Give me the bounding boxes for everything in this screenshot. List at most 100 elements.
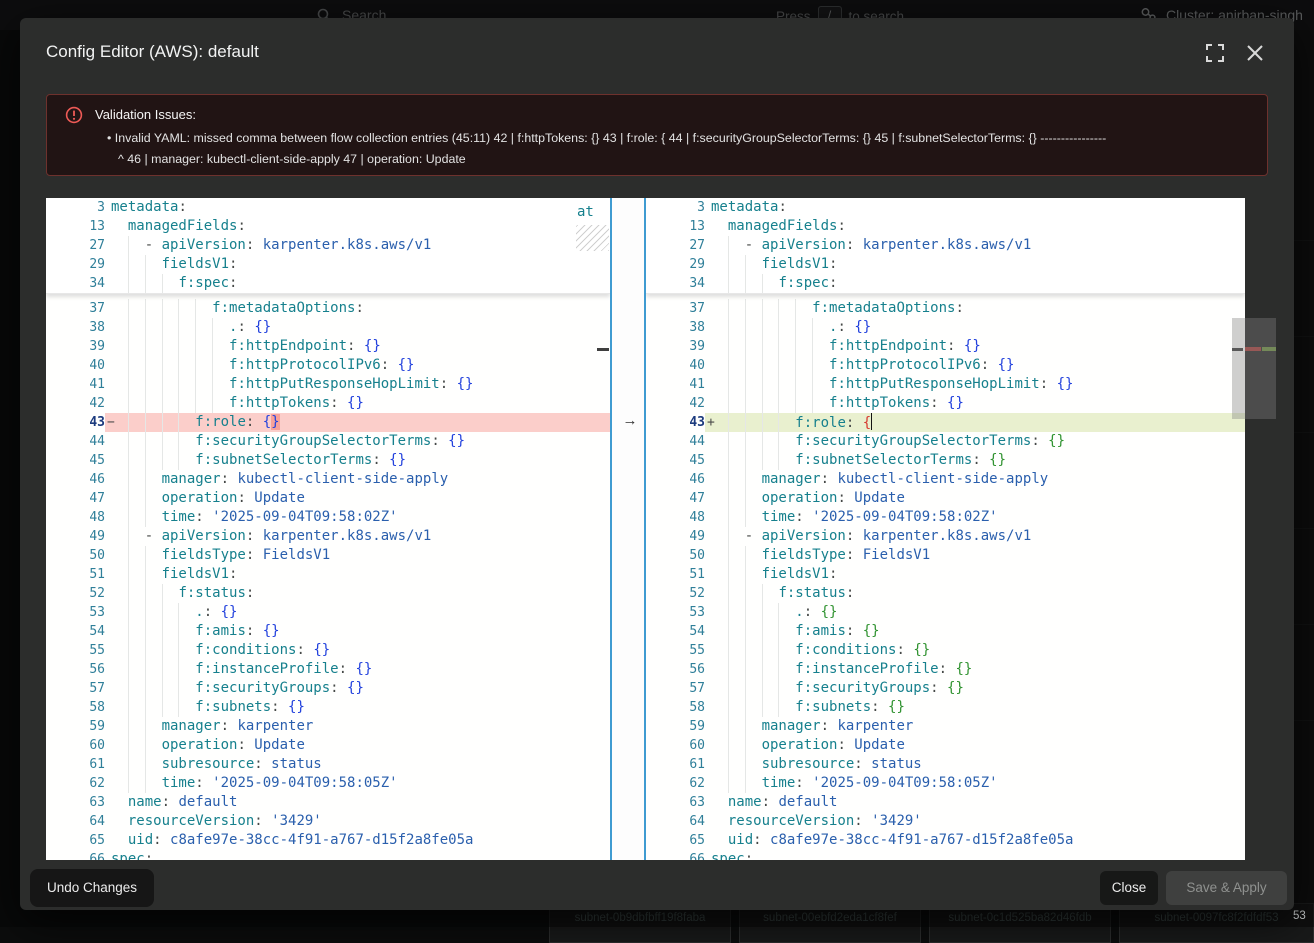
close-button[interactable]: Close bbox=[1100, 871, 1158, 905]
code-line[interactable]: 64 resourceVersion: '3429' bbox=[46, 812, 610, 831]
code-line[interactable]: 42 f:httpTokens: {} bbox=[646, 394, 1245, 413]
code-line[interactable]: 50 fieldsType: FieldsV1 bbox=[46, 546, 610, 565]
line-number[interactable]: 47 bbox=[646, 489, 705, 508]
line-number[interactable]: 66 bbox=[46, 850, 105, 860]
line-number[interactable]: 51 bbox=[646, 565, 705, 584]
line-number[interactable]: 54 bbox=[646, 622, 705, 641]
line-number[interactable]: 34 bbox=[646, 274, 705, 293]
code-line[interactable]: 46 manager: kubectl-client-side-apply bbox=[46, 470, 610, 489]
line-number[interactable]: 40 bbox=[646, 356, 705, 375]
line-number[interactable]: 29 bbox=[646, 255, 705, 274]
line-number[interactable]: 53 bbox=[646, 603, 705, 622]
diff-pane-original[interactable]: 3metadata:13 managedFields:27 - apiVersi… bbox=[46, 198, 610, 860]
code-line[interactable]: 60 operation: Update bbox=[46, 736, 610, 755]
line-number[interactable]: 55 bbox=[646, 641, 705, 660]
line-number[interactable]: 49 bbox=[646, 527, 705, 546]
line-number[interactable]: 13 bbox=[646, 217, 705, 236]
line-number[interactable]: 13 bbox=[46, 217, 105, 236]
line-number[interactable]: 64 bbox=[46, 812, 105, 831]
code-line[interactable]: 48 time: '2025-09-04T09:58:02Z' bbox=[46, 508, 610, 527]
code-line[interactable]: 48 time: '2025-09-04T09:58:02Z' bbox=[646, 508, 1245, 527]
code-line[interactable]: 45 f:subnetSelectorTerms: {} bbox=[46, 451, 610, 470]
line-number[interactable]: 56 bbox=[646, 660, 705, 679]
code-line[interactable]: 44 f:securityGroupSelectorTerms: {} bbox=[46, 432, 610, 451]
code-line[interactable]: 59 manager: karpenter bbox=[46, 717, 610, 736]
code-line[interactable]: 54 f:amis: {} bbox=[646, 622, 1245, 641]
line-number[interactable]: 61 bbox=[46, 755, 105, 774]
line-number[interactable]: 44 bbox=[646, 432, 705, 451]
code-line[interactable]: 53 .: {} bbox=[646, 603, 1245, 622]
code-line[interactable]: 43+ f:role: { bbox=[646, 413, 1245, 432]
revert-diff-arrow-icon[interactable]: → bbox=[618, 411, 642, 430]
undo-changes-button[interactable]: Undo Changes bbox=[30, 869, 154, 907]
line-number[interactable]: 38 bbox=[46, 318, 105, 337]
line-number[interactable]: 44 bbox=[46, 432, 105, 451]
line-number[interactable]: 60 bbox=[646, 736, 705, 755]
code-line[interactable]: 13 managedFields: bbox=[646, 217, 1245, 236]
line-number[interactable]: 63 bbox=[46, 793, 105, 812]
code-line[interactable]: 34 f:spec: bbox=[646, 274, 1245, 293]
line-number[interactable]: 48 bbox=[646, 508, 705, 527]
close-icon[interactable] bbox=[1246, 44, 1264, 62]
code-line[interactable]: 49 - apiVersion: karpenter.k8s.aws/v1 bbox=[46, 527, 610, 546]
line-number[interactable]: 58 bbox=[646, 698, 705, 717]
code-line[interactable]: 52 f:status: bbox=[646, 584, 1245, 603]
code-line[interactable]: 57 f:securityGroups: {} bbox=[646, 679, 1245, 698]
line-number[interactable]: 57 bbox=[46, 679, 105, 698]
code-line[interactable]: 49 - apiVersion: karpenter.k8s.aws/v1 bbox=[646, 527, 1245, 546]
code-line[interactable]: 3metadata: bbox=[46, 198, 610, 217]
line-number[interactable]: 52 bbox=[646, 584, 705, 603]
line-number[interactable]: 43 bbox=[46, 413, 105, 432]
line-number[interactable]: 53 bbox=[46, 603, 105, 622]
code-line[interactable]: 54 f:amis: {} bbox=[46, 622, 610, 641]
line-number[interactable]: 48 bbox=[46, 508, 105, 527]
code-line[interactable]: 27 - apiVersion: karpenter.k8s.aws/v1 bbox=[46, 236, 610, 255]
sticky-scroll-header[interactable]: 3metadata:13 managedFields:27 - apiVersi… bbox=[46, 198, 610, 294]
code-line[interactable]: 66spec: bbox=[646, 850, 1245, 860]
line-number[interactable]: 3 bbox=[46, 198, 105, 217]
line-number[interactable]: 65 bbox=[646, 831, 705, 850]
code-line[interactable]: 56 f:instanceProfile: {} bbox=[646, 660, 1245, 679]
line-number[interactable]: 58 bbox=[46, 698, 105, 717]
code-line[interactable]: 61 subresource: status bbox=[646, 755, 1245, 774]
line-number[interactable]: 46 bbox=[646, 470, 705, 489]
code-line[interactable]: 55 f:conditions: {} bbox=[646, 641, 1245, 660]
line-number[interactable]: 66 bbox=[646, 850, 705, 860]
code-line[interactable]: 66spec: bbox=[46, 850, 610, 860]
code-line[interactable]: 44 f:securityGroupSelectorTerms: {} bbox=[646, 432, 1245, 451]
code-line[interactable]: 3metadata: bbox=[646, 198, 1245, 217]
code-line[interactable]: 46 manager: kubectl-client-side-apply bbox=[646, 470, 1245, 489]
line-number[interactable]: 39 bbox=[646, 337, 705, 356]
line-number[interactable]: 51 bbox=[46, 565, 105, 584]
line-number[interactable]: 42 bbox=[646, 394, 705, 413]
code-line[interactable]: 61 subresource: status bbox=[46, 755, 610, 774]
line-number[interactable]: 62 bbox=[46, 774, 105, 793]
code-line[interactable]: 40 f:httpProtocolIPv6: {} bbox=[646, 356, 1245, 375]
code-line[interactable]: 34 f:spec: bbox=[46, 274, 610, 293]
code-line[interactable]: 29 fieldsV1: bbox=[646, 255, 1245, 274]
line-number[interactable]: 49 bbox=[46, 527, 105, 546]
save-apply-button[interactable]: Save & Apply bbox=[1166, 871, 1287, 905]
code-line[interactable]: 47 operation: Update bbox=[646, 489, 1245, 508]
line-number[interactable]: 57 bbox=[646, 679, 705, 698]
code-line[interactable]: 53 .: {} bbox=[46, 603, 610, 622]
line-number[interactable]: 45 bbox=[646, 451, 705, 470]
code-line[interactable]: 37 f:metadataOptions: bbox=[46, 299, 610, 318]
diff-pane-modified[interactable]: 3metadata:13 managedFields:27 - apiVersi… bbox=[646, 198, 1245, 860]
code-line[interactable]: 43− f:role: {} bbox=[46, 413, 610, 432]
code-line[interactable]: 38 .: {} bbox=[646, 318, 1245, 337]
line-number[interactable]: 59 bbox=[646, 717, 705, 736]
line-number[interactable]: 50 bbox=[46, 546, 105, 565]
line-number[interactable]: 55 bbox=[46, 641, 105, 660]
code-line[interactable]: 58 f:subnets: {} bbox=[646, 698, 1245, 717]
line-number[interactable]: 64 bbox=[646, 812, 705, 831]
code-line[interactable]: 58 f:subnets: {} bbox=[46, 698, 610, 717]
code-line[interactable]: 62 time: '2025-09-04T09:58:05Z' bbox=[646, 774, 1245, 793]
code-line[interactable]: 40 f:httpProtocolIPv6: {} bbox=[46, 356, 610, 375]
line-number[interactable]: 3 bbox=[646, 198, 705, 217]
code-line[interactable]: 55 f:conditions: {} bbox=[46, 641, 610, 660]
diff-editor-sash[interactable]: → bbox=[610, 198, 646, 860]
line-number[interactable]: 42 bbox=[46, 394, 105, 413]
line-number[interactable]: 41 bbox=[646, 375, 705, 394]
line-number[interactable]: 39 bbox=[46, 337, 105, 356]
